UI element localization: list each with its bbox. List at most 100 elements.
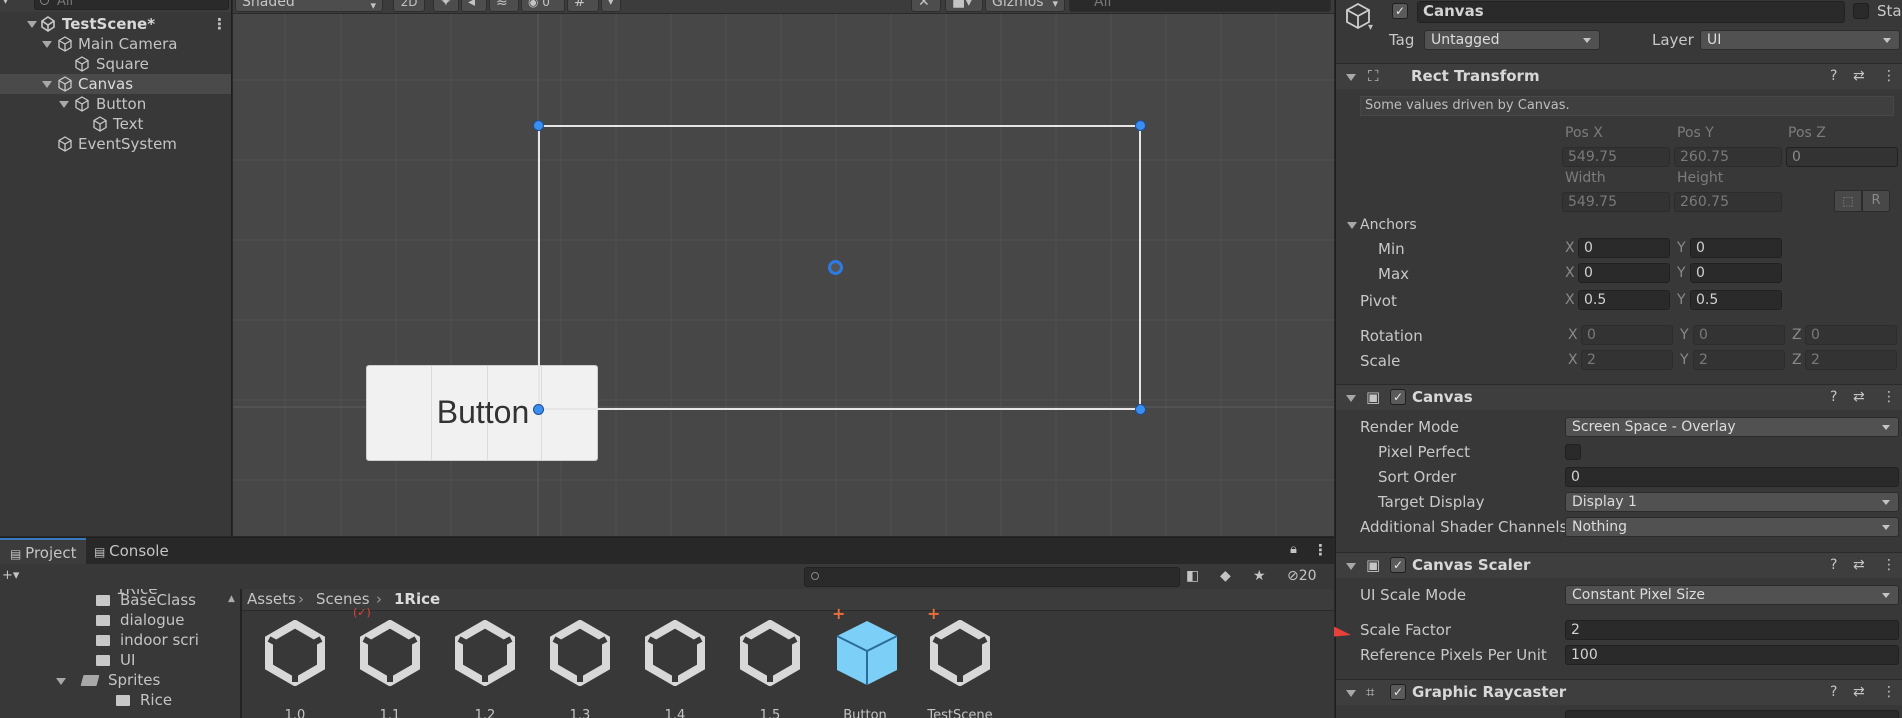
anchor-min-y-field[interactable]: 0 — [1690, 238, 1782, 258]
tab-console[interactable]: ▤ Console — [84, 538, 179, 564]
rotation-z-field[interactable]: 0 — [1805, 325, 1897, 345]
ref-ppu-field[interactable]: 100 — [1565, 645, 1899, 665]
shading-mode-dropdown[interactable]: Shaded ▾ — [235, 0, 383, 12]
favorite-star-icon[interactable]: ★ — [1253, 568, 1266, 584]
raw-edit-button[interactable]: R — [1862, 190, 1890, 212]
scroll-up-icon[interactable]: ▲ — [228, 594, 235, 604]
pos-x-field[interactable]: 549.75 — [1562, 147, 1670, 167]
height-field[interactable]: 260.75 — [1674, 192, 1782, 212]
breadcrumb-1rice[interactable]: 1Rice — [394, 590, 440, 608]
asset-scene-1-1[interactable]: (✓) 1.1 — [345, 606, 435, 718]
expand-icon[interactable] — [42, 81, 52, 88]
hierarchy-item-eventsystem[interactable]: EventSystem — [0, 134, 231, 154]
hierarchy-item-button[interactable]: Button — [0, 94, 231, 114]
tab-project[interactable]: ▤ Project — [0, 538, 87, 564]
scale-factor-field[interactable]: 2 — [1565, 620, 1899, 640]
truncated-field[interactable] — [1565, 710, 1899, 718]
help-icon[interactable]: ? — [1830, 68, 1837, 84]
pos-z-field[interactable]: 0 — [1786, 147, 1898, 167]
search-by-type-icon[interactable]: ◧ — [1186, 568, 1199, 584]
anchor-min-x-field[interactable]: 0 — [1578, 238, 1670, 258]
asset-scene-1-2[interactable]: 1.2 — [440, 608, 530, 718]
help-icon[interactable]: ? — [1830, 389, 1837, 405]
pos-y-field[interactable]: 260.75 — [1674, 147, 1782, 167]
collapse-icon[interactable] — [1346, 74, 1356, 81]
render-mode-dropdown[interactable]: Screen Space - Overlay — [1565, 417, 1899, 437]
tools-icon[interactable]: ✕ — [911, 0, 941, 12]
rect-transform-header[interactable]: ⛶ Rect Transform ? ⇄ ⋮ — [1336, 63, 1902, 89]
component-menu-icon[interactable]: ⋮ — [1882, 68, 1896, 84]
rotation-x-field[interactable]: 0 — [1581, 325, 1673, 345]
2d-toggle-button[interactable]: 2D — [393, 0, 425, 12]
anchor-max-y-field[interactable]: 0 — [1690, 263, 1782, 283]
tree-folder-baseclass[interactable]: BaseClass — [96, 591, 196, 609]
sort-order-field[interactable]: 0 — [1565, 467, 1899, 487]
hierarchy-item-canvas[interactable]: Canvas — [0, 74, 231, 94]
static-checkbox[interactable] — [1853, 3, 1869, 19]
hidden-objects-toggle[interactable]: ◉ 0 — [521, 0, 565, 12]
component-menu-icon[interactable]: ⋮ — [1882, 684, 1896, 700]
scene-menu-icon[interactable]: ⋮ — [212, 14, 227, 34]
preset-icon[interactable]: ⇄ — [1853, 557, 1865, 573]
preset-icon[interactable]: ⇄ — [1853, 68, 1865, 84]
shader-channels-dropdown[interactable]: Nothing — [1565, 517, 1899, 537]
hierarchy-item-main-camera[interactable]: Main Camera — [0, 34, 231, 54]
canvas-scaler-header[interactable]: ▣ ✓ Canvas Scaler ? ⇄ ⋮ — [1336, 552, 1902, 578]
pivot-y-field[interactable]: 0.5 — [1690, 290, 1782, 310]
hierarchy-scene-row[interactable]: TestScene* ⋮ — [0, 14, 231, 34]
project-search-input[interactable] — [804, 567, 1180, 587]
lighting-toggle-icon[interactable]: ✦ — [433, 0, 459, 12]
active-checkbox[interactable]: ✓ — [1392, 3, 1408, 19]
blueprint-mode-icon[interactable]: ⬚ — [1834, 190, 1862, 212]
scale-z-field[interactable]: 2 — [1805, 350, 1897, 370]
collapse-icon[interactable] — [1346, 563, 1356, 570]
width-field[interactable]: 549.75 — [1562, 192, 1670, 212]
camera-dropdown-icon[interactable]: ■▾ — [945, 0, 983, 12]
preset-icon[interactable]: ⇄ — [1853, 684, 1865, 700]
preset-icon[interactable]: ⇄ — [1853, 389, 1865, 405]
asset-scene-1-5[interactable]: 1.5 — [725, 608, 815, 718]
layer-dropdown[interactable]: UI — [1700, 30, 1900, 50]
hierarchy-search-input[interactable]: All — [34, 0, 229, 10]
chevron-down-icon[interactable]: ▾ — [601, 0, 621, 12]
asset-scene-1-0[interactable]: 1.0 — [250, 608, 340, 718]
rect-handle-bottom-right[interactable] — [1135, 404, 1146, 415]
gizmos-dropdown[interactable]: Gizmos ▾ — [985, 0, 1065, 12]
scene-search-input[interactable]: All — [1069, 0, 1331, 12]
anchors-expand-icon[interactable] — [1347, 222, 1357, 229]
collapse-icon[interactable] — [1346, 395, 1356, 402]
tag-dropdown[interactable]: Untagged — [1424, 30, 1600, 50]
hidden-packages-toggle[interactable]: ⊘20 — [1287, 568, 1317, 584]
tree-folder-indoor-scripts[interactable]: indoor scri — [96, 631, 199, 649]
rotation-y-field[interactable]: 0 — [1693, 325, 1785, 345]
tree-folder-ui[interactable]: UI — [96, 651, 135, 669]
expand-icon[interactable] — [42, 41, 52, 48]
rect-handle-bottom-left[interactable] — [533, 404, 544, 415]
component-menu-icon[interactable]: ⋮ — [1882, 557, 1896, 573]
scene-view[interactable]: Button — [233, 0, 1334, 536]
target-display-dropdown[interactable]: Display 1 — [1565, 492, 1899, 512]
breadcrumb-assets[interactable]: Assets — [247, 590, 296, 608]
create-dropdown-icon[interactable]: +▾ — [2, 568, 19, 583]
object-name-field[interactable]: Canvas — [1417, 1, 1845, 23]
component-enabled-checkbox[interactable]: ✓ — [1390, 684, 1406, 700]
collapse-icon[interactable] — [1346, 690, 1356, 697]
grid-snap-icon[interactable]: # — [567, 0, 599, 12]
graphic-raycaster-header[interactable]: ⌗ ✓ Graphic Raycaster ? ⇄ ⋮ — [1336, 679, 1902, 705]
anchor-max-x-field[interactable]: 0 — [1578, 263, 1670, 283]
pixel-perfect-checkbox[interactable] — [1565, 444, 1581, 460]
expand-icon[interactable] — [27, 21, 37, 28]
hierarchy-item-text[interactable]: Text — [0, 114, 231, 134]
expand-icon[interactable] — [56, 678, 66, 685]
component-enabled-checkbox[interactable]: ✓ — [1390, 389, 1406, 405]
canvas-component-header[interactable]: ▣ ✓ Canvas ? ⇄ ⋮ — [1336, 384, 1902, 410]
component-enabled-checkbox[interactable]: ✓ — [1390, 557, 1406, 573]
pivot-x-field[interactable]: 0.5 — [1578, 290, 1670, 310]
scale-x-field[interactable]: 2 — [1581, 350, 1673, 370]
asset-scene-1-4[interactable]: 1.4 — [630, 608, 720, 718]
hierarchy-item-square[interactable]: Square — [0, 54, 231, 74]
asset-scene-1-3[interactable]: 1.3 — [535, 608, 625, 718]
tree-folder-sprites[interactable]: Sprites — [80, 671, 160, 689]
audio-toggle-icon[interactable]: ◂ — [461, 0, 487, 12]
ui-scale-mode-dropdown[interactable]: Constant Pixel Size — [1565, 585, 1899, 605]
